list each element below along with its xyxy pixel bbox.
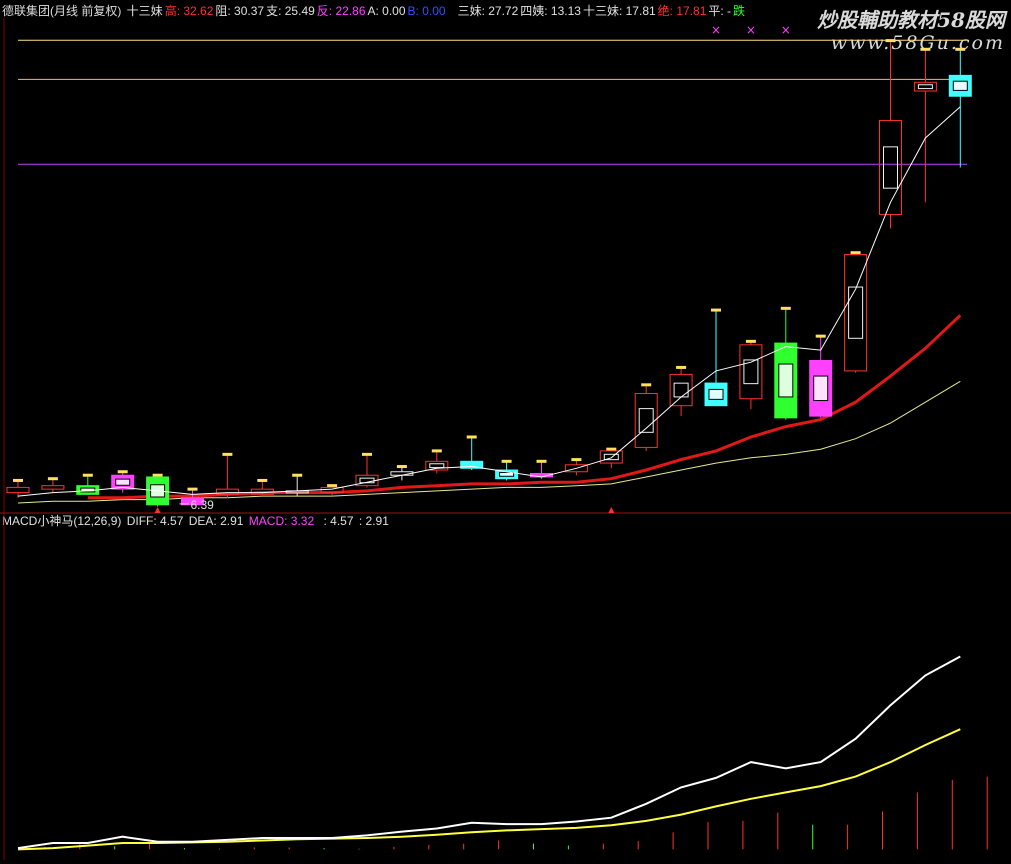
- cross-marker-22: ×: [781, 23, 791, 37]
- candle-inner-box: [673, 382, 689, 398]
- candle-1: [41, 477, 65, 493]
- macd-dea-line: [17, 728, 961, 851]
- candle-21: [739, 339, 763, 410]
- candle-13: [460, 435, 484, 471]
- candle-inner-box: [708, 388, 724, 400]
- white-line: [17, 106, 961, 497]
- stock-chart[interactable]: × × × 6.39: [0, 0, 1011, 864]
- candle-23: [809, 334, 833, 418]
- cross-marker-21: ×: [746, 23, 756, 37]
- candle-inner-box: [917, 84, 933, 90]
- candle-inner-box: [883, 146, 898, 189]
- candle-inner-box: [429, 463, 445, 469]
- arrow-marker-17: [608, 507, 615, 513]
- candle-8: [285, 473, 309, 497]
- candle-body: [844, 253, 868, 372]
- candle-inner-box: [115, 478, 131, 486]
- candle-6: [215, 452, 239, 498]
- candle-inner-box: [848, 286, 864, 339]
- macd-diff-line: [17, 655, 961, 850]
- candle-22: [774, 306, 798, 420]
- candle-17: [599, 447, 623, 469]
- arrow-marker-4: [154, 507, 161, 513]
- candle-body: [879, 120, 902, 215]
- candle-body: [634, 393, 658, 448]
- candle-body: [41, 485, 65, 490]
- candle-body: [599, 450, 623, 464]
- candle-27: [948, 47, 972, 168]
- candle-body: [669, 373, 693, 407]
- candle-body: [739, 344, 763, 400]
- candle-inner-box: [952, 80, 968, 91]
- candle-20: [704, 308, 728, 407]
- candle-26: [913, 47, 937, 203]
- candle-16: [564, 458, 588, 476]
- candle-inner-box: [778, 363, 794, 398]
- min-price-label: 6.39: [191, 498, 215, 512]
- candle-body: [6, 486, 30, 494]
- cross-marker-20: ×: [711, 23, 721, 37]
- candle-body: [913, 81, 937, 92]
- candle-25: [879, 39, 902, 229]
- candle-3: [111, 470, 135, 493]
- candle-inner-box: [813, 375, 829, 402]
- candle-18: [634, 383, 658, 451]
